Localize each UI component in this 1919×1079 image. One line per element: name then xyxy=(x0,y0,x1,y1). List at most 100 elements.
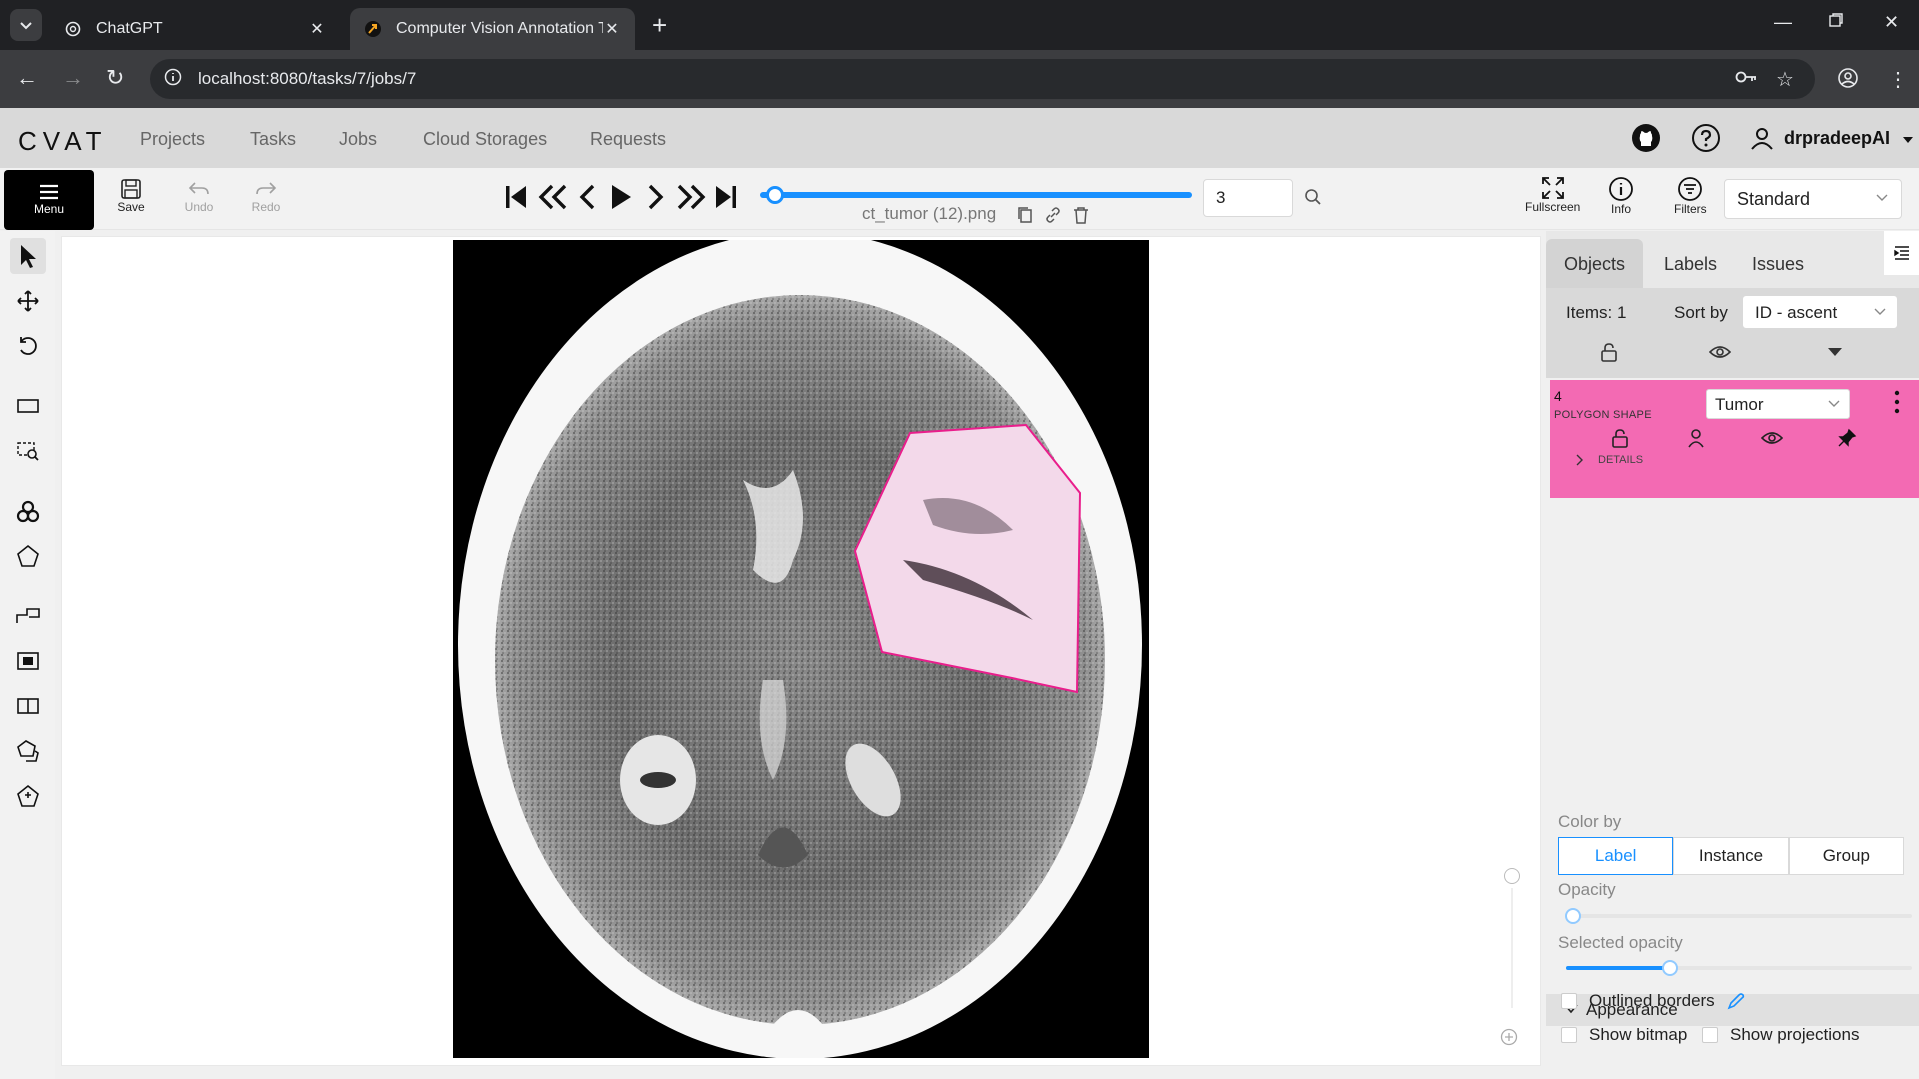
first-frame-icon[interactable] xyxy=(505,184,527,210)
save-button[interactable]: Save xyxy=(106,178,156,214)
checkbox-box[interactable] xyxy=(1561,1027,1577,1043)
eye-icon[interactable] xyxy=(1709,344,1731,360)
checkbox-box[interactable] xyxy=(1561,993,1577,1009)
lock-all-icon[interactable] xyxy=(1600,342,1618,362)
workspace-select[interactable]: Standard xyxy=(1724,179,1902,219)
undo-button[interactable]: Undo xyxy=(174,178,224,214)
frame-slider[interactable] xyxy=(760,192,1192,198)
reload-icon[interactable]: ↻ xyxy=(106,65,124,91)
forward-icon[interactable]: → xyxy=(62,65,84,91)
fit-image-icon[interactable] xyxy=(10,388,46,424)
caret-down-icon[interactable] xyxy=(1827,346,1843,358)
sidebar-tabs: Objects Labels Issues xyxy=(1546,231,1919,289)
outlined-borders-checkbox[interactable]: Outlined borders xyxy=(1561,991,1745,1011)
redo-button[interactable]: Redo xyxy=(241,178,291,214)
restore-icon[interactable] xyxy=(1828,12,1844,33)
browser-menu-icon[interactable]: ⋮ xyxy=(1888,67,1908,92)
more-options-icon[interactable] xyxy=(1894,390,1900,414)
fullscreen-button[interactable]: Fullscreen xyxy=(1525,176,1580,214)
zoom-in-icon[interactable] xyxy=(1500,1028,1518,1046)
window-close-icon[interactable]: ✕ xyxy=(1884,12,1899,33)
profile-icon[interactable] xyxy=(1837,67,1859,95)
nav-projects[interactable]: Projects xyxy=(140,129,205,150)
color-by-instance-option[interactable]: Instance xyxy=(1673,837,1789,875)
checkbox-box[interactable] xyxy=(1702,1027,1718,1043)
password-key-icon[interactable] xyxy=(1734,67,1758,93)
nav-requests[interactable]: Requests xyxy=(590,129,666,150)
tab-issues[interactable]: Issues xyxy=(1738,245,1818,284)
nav-cloud-storages[interactable]: Cloud Storages xyxy=(423,129,547,150)
url-bar[interactable]: localhost:8080/tasks/7/jobs/7 xyxy=(150,59,1815,99)
selected-opacity-slider-handle[interactable] xyxy=(1661,960,1678,976)
ai-tools-icon[interactable] xyxy=(10,493,46,529)
play-icon[interactable] xyxy=(610,184,632,210)
color-picker-icon[interactable] xyxy=(1727,992,1745,1010)
user-icon[interactable] xyxy=(1687,428,1705,448)
rectangle-tool-icon[interactable] xyxy=(10,643,46,679)
github-icon[interactable] xyxy=(1630,122,1662,154)
browser-tab-cvat[interactable]: Computer Vision Annotation Tool ✕ xyxy=(350,8,635,50)
zoom-area-icon[interactable] xyxy=(10,433,46,469)
group-tool-icon[interactable] xyxy=(10,733,46,769)
show-projections-checkbox[interactable]: Show projections xyxy=(1702,1025,1859,1045)
new-tab-button[interactable]: + xyxy=(652,10,667,41)
close-icon[interactable]: ✕ xyxy=(308,19,326,39)
menu-button[interactable]: Menu xyxy=(4,170,94,230)
opacity-slider[interactable] xyxy=(1564,908,1912,924)
show-bitmap-checkbox[interactable]: Show bitmap xyxy=(1561,1025,1687,1045)
tab-search-button[interactable] xyxy=(10,9,42,41)
color-by-label-option[interactable]: Label xyxy=(1558,837,1674,875)
polyline-tool-icon[interactable] xyxy=(10,598,46,634)
link-icon[interactable] xyxy=(1044,206,1062,224)
rotate-icon[interactable] xyxy=(10,328,46,364)
info-button[interactable]: Info xyxy=(1608,176,1634,216)
user-icon[interactable] xyxy=(1746,122,1778,154)
frame-slider-handle[interactable] xyxy=(766,186,785,204)
delete-frame-icon[interactable] xyxy=(1073,206,1089,224)
selected-opacity-slider[interactable] xyxy=(1566,960,1912,976)
ct-scan-image[interactable] xyxy=(453,240,1149,1058)
fast-backward-icon[interactable] xyxy=(538,184,568,210)
app-header: CVAT Projects Tasks Jobs Cloud Storages … xyxy=(0,108,1919,168)
merge-tool-icon[interactable] xyxy=(10,778,46,814)
cvat-logo[interactable]: CVAT xyxy=(18,126,107,157)
username[interactable]: drpradeepAI xyxy=(1784,128,1890,149)
opacity-slider-handle[interactable] xyxy=(1564,908,1581,924)
filters-button[interactable]: Filters xyxy=(1674,176,1707,216)
next-frame-icon[interactable] xyxy=(647,184,665,210)
zoom-slider-handle[interactable] xyxy=(1504,868,1520,884)
details-toggle[interactable]: DETAILS xyxy=(1576,454,1643,466)
collapse-sidebar-button[interactable] xyxy=(1884,231,1919,275)
help-icon[interactable] xyxy=(1690,122,1722,154)
minimize-icon[interactable]: — xyxy=(1774,12,1792,33)
objects-list-header: Items: 1 Sort by ID - ascent xyxy=(1546,288,1919,378)
fast-forward-icon[interactable] xyxy=(676,184,706,210)
polygon-tool-icon[interactable] xyxy=(10,538,46,574)
nav-jobs[interactable]: Jobs xyxy=(339,129,377,150)
zoom-slider-track[interactable] xyxy=(1511,888,1513,1008)
caret-down-icon[interactable] xyxy=(1892,124,1919,156)
sort-select[interactable]: ID - ascent xyxy=(1742,295,1898,329)
color-by-group-option[interactable]: Group xyxy=(1788,837,1904,875)
site-info-icon[interactable] xyxy=(164,68,182,91)
split-tool-icon[interactable] xyxy=(10,688,46,724)
cursor-tool-icon[interactable] xyxy=(10,238,46,274)
lock-icon[interactable] xyxy=(1611,428,1629,448)
frame-number-input[interactable]: 3 xyxy=(1203,179,1293,217)
previous-frame-icon[interactable] xyxy=(578,184,596,210)
close-icon[interactable]: ✕ xyxy=(603,19,621,39)
copy-icon[interactable] xyxy=(1017,206,1033,224)
tab-labels[interactable]: Labels xyxy=(1650,245,1731,284)
search-icon[interactable] xyxy=(1304,188,1322,206)
object-card[interactable]: 4 POLYGON SHAPE Tumor DETAILS xyxy=(1550,380,1919,498)
browser-tab-chatgpt[interactable]: ChatGPT ✕ xyxy=(50,8,340,50)
back-icon[interactable]: ← xyxy=(16,65,38,91)
pin-icon[interactable] xyxy=(1837,428,1857,448)
nav-tasks[interactable]: Tasks xyxy=(250,129,296,150)
tab-objects[interactable]: Objects xyxy=(1546,239,1644,289)
move-tool-icon[interactable] xyxy=(10,283,46,319)
object-label-select[interactable]: Tumor xyxy=(1706,389,1850,419)
eye-icon[interactable] xyxy=(1761,430,1783,446)
bookmark-star-icon[interactable]: ☆ xyxy=(1776,67,1794,92)
last-frame-icon[interactable] xyxy=(715,184,737,210)
